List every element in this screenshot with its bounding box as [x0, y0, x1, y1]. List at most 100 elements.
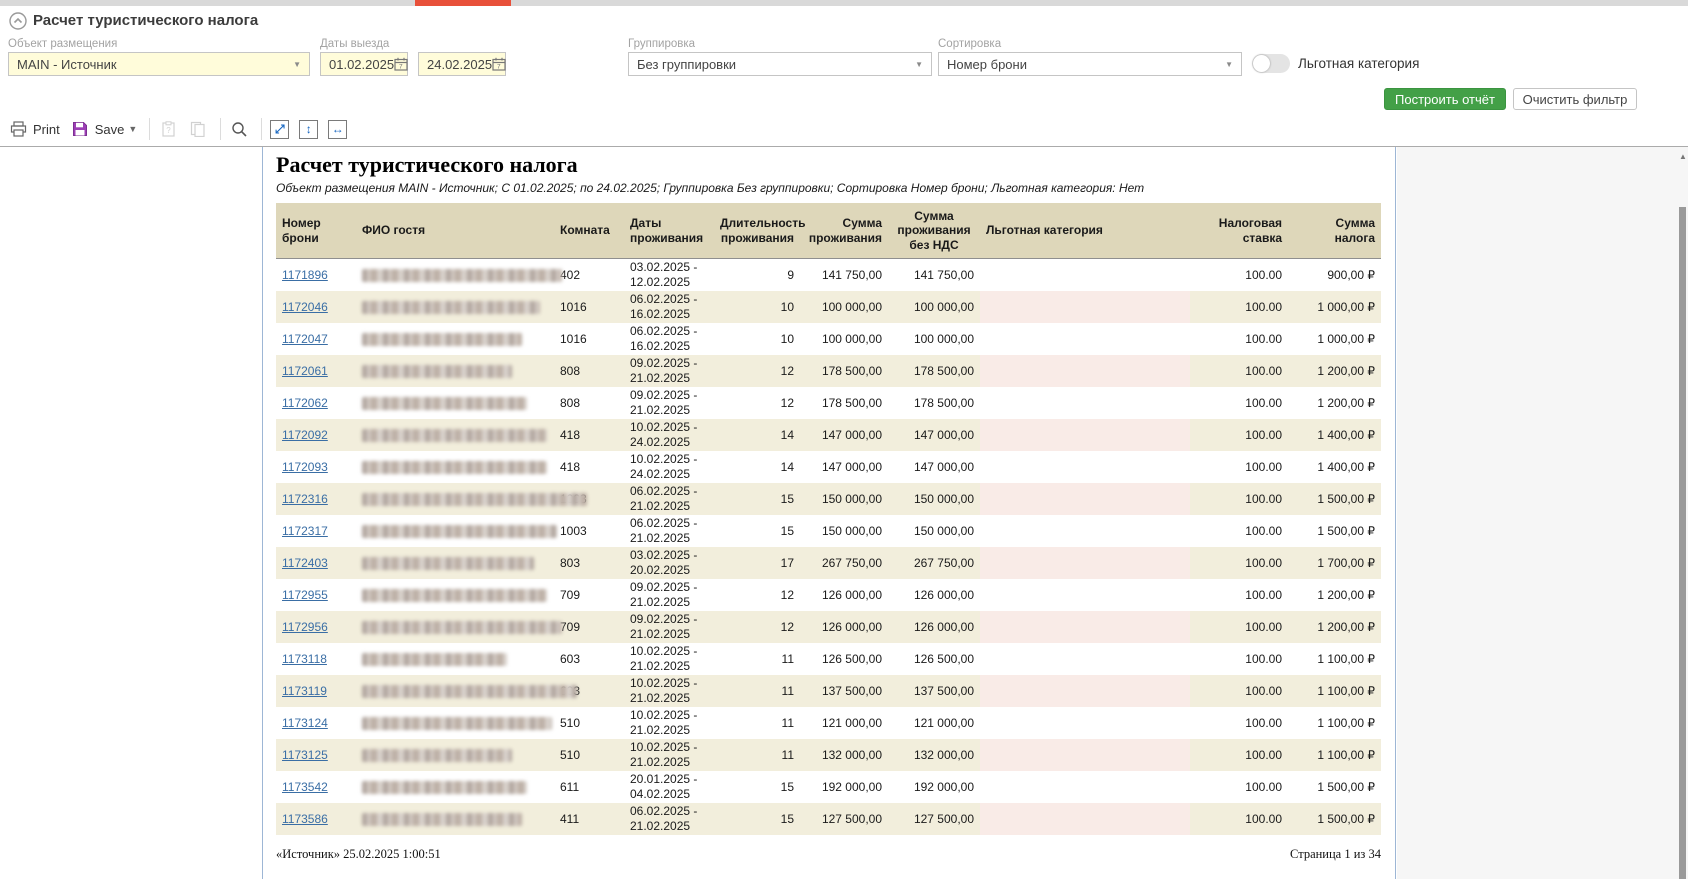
dates-cell: 09.02.2025 -21.02.2025 [624, 355, 714, 387]
booking-link[interactable]: 1172955 [282, 588, 328, 602]
benefit-cell [980, 323, 1190, 355]
table-row: 117358641106.02.2025 -21.02.202515127 50… [276, 803, 1381, 835]
placement-select[interactable]: MAIN - Источник ▼ [8, 52, 310, 76]
tax-sum-cell: 1 200,00 ₽ [1288, 355, 1381, 387]
booking-link[interactable]: 1172403 [282, 556, 328, 570]
dates-cell: 10.02.2025 -24.02.2025 [624, 419, 714, 451]
booking-link[interactable]: 1173124 [282, 716, 328, 730]
amount-cell: 192 000,00 [800, 771, 888, 803]
booking-link[interactable]: 1172092 [282, 428, 328, 442]
booking-link[interactable]: 1172047 [282, 332, 328, 346]
guest-name-redacted [362, 525, 557, 538]
tax-rate-cell: 100.00 [1190, 739, 1288, 771]
page-setup-button[interactable]: ? [158, 119, 178, 139]
grouping-select[interactable]: Без группировки ▼ [628, 52, 932, 76]
booking-link[interactable]: 1171896 [282, 268, 328, 282]
grouping-value: Без группировки [637, 57, 736, 72]
date-from-input[interactable]: 01.02.2025 7 [320, 52, 408, 76]
booking-link[interactable]: 1172062 [282, 396, 328, 410]
booking-link[interactable]: 1172316 [282, 492, 328, 506]
report-viewer: Расчет туристического налога Объект разм… [0, 147, 1688, 879]
booking-link[interactable]: 1172956 [282, 620, 328, 634]
placement-label: Объект размещения [8, 38, 310, 50]
benefit-cell [980, 739, 1190, 771]
benefit-cell [980, 707, 1190, 739]
amount-no-vat-cell: 126 000,00 [888, 579, 980, 611]
benefit-category-toggle[interactable]: Льготная категория [1252, 54, 1419, 73]
booking-link[interactable]: 1172093 [282, 460, 328, 474]
room-cell: 808 [554, 387, 624, 419]
fit-height-button[interactable]: ↕ [299, 120, 318, 139]
report-table-body: 117189640203.02.2025 -12.02.20259141 750… [276, 259, 1381, 836]
amount-no-vat-cell: 126 000,00 [888, 611, 980, 643]
tax-rate-cell: 100.00 [1190, 771, 1288, 803]
fit-width-button[interactable]: ↔ [328, 120, 347, 139]
chevron-down-icon: ▼ [915, 60, 923, 69]
amount-no-vat-cell: 178 500,00 [888, 387, 980, 419]
tax-sum-cell: 1 500,00 ₽ [1288, 771, 1381, 803]
booking-link[interactable]: 1173586 [282, 812, 328, 826]
calendar-icon[interactable]: 7 [394, 57, 408, 71]
benefit-cell [980, 579, 1190, 611]
dates-cell: 10.02.2025 -21.02.2025 [624, 643, 714, 675]
table-row: 117311960310.02.2025 -21.02.202511137 50… [276, 675, 1381, 707]
zoom-page-button[interactable]: ⤢ [270, 120, 289, 139]
room-cell: 709 [554, 579, 624, 611]
guest-name-redacted [362, 685, 577, 698]
report-footer-page: Страница 1 из 34 [1290, 847, 1381, 862]
nights-cell: 12 [714, 611, 800, 643]
report-title: Расчет туристического налога [276, 152, 1395, 178]
search-button[interactable] [229, 119, 249, 139]
room-cell: 411 [554, 803, 624, 835]
toggle-track[interactable] [1252, 54, 1290, 73]
amount-no-vat-cell: 192 000,00 [888, 771, 980, 803]
room-cell: 803 [554, 547, 624, 579]
dates-label: Даты выезда [320, 38, 408, 50]
tax-sum-cell: 1 400,00 ₽ [1288, 451, 1381, 483]
booking-link[interactable]: 1173119 [282, 684, 327, 698]
booking-link[interactable]: 1172046 [282, 300, 328, 314]
tax-rate-cell: 100.00 [1190, 483, 1288, 515]
booking-link[interactable]: 1173542 [282, 780, 328, 794]
app-header: Расчет туристического налога [0, 6, 1688, 36]
guest-name-redacted [362, 429, 547, 442]
sorting-select[interactable]: Номер брони ▼ [938, 52, 1242, 76]
print-button[interactable]: Print [8, 119, 60, 139]
nights-cell: 11 [714, 707, 800, 739]
vertical-scrollbar[interactable]: ▲ [1678, 149, 1688, 879]
col-guest: ФИО гостя [356, 203, 554, 259]
nights-cell: 12 [714, 355, 800, 387]
tax-sum-cell: 1 200,00 ₽ [1288, 579, 1381, 611]
collapse-panel-icon[interactable] [9, 12, 27, 30]
grouping-label: Группировка [628, 38, 932, 50]
amount-cell: 178 500,00 [800, 355, 888, 387]
dates-cell: 10.02.2025 -21.02.2025 [624, 707, 714, 739]
scrollbar-thumb[interactable] [1679, 207, 1686, 879]
booking-link[interactable]: 1173125 [282, 748, 328, 762]
tax-sum-cell: 1 100,00 ₽ [1288, 739, 1381, 771]
nights-cell: 10 [714, 291, 800, 323]
save-button[interactable]: Save ▼ [70, 119, 138, 139]
amount-no-vat-cell: 267 750,00 [888, 547, 980, 579]
calendar-icon[interactable]: 7 [492, 57, 506, 71]
build-report-button[interactable]: Построить отчёт [1384, 88, 1506, 110]
nights-cell: 14 [714, 419, 800, 451]
booking-link[interactable]: 1172317 [282, 524, 328, 538]
tax-rate-cell: 100.00 [1190, 707, 1288, 739]
amount-no-vat-cell: 121 000,00 [888, 707, 980, 739]
dates-cell: 09.02.2025 -21.02.2025 [624, 611, 714, 643]
tax-sum-cell: 900,00 ₽ [1288, 259, 1381, 292]
toggle-knob[interactable] [1253, 55, 1270, 72]
booking-link[interactable]: 1172061 [282, 364, 328, 378]
date-to-input[interactable]: 24.02.2025 7 [418, 52, 506, 76]
clear-filter-button[interactable]: Очистить фильтр [1513, 88, 1637, 110]
copy-pages-button[interactable] [188, 119, 208, 139]
scroll-up-arrow-icon[interactable]: ▲ [1678, 149, 1688, 165]
chevron-down-icon: ▼ [128, 124, 137, 134]
tax-rate-cell: 100.00 [1190, 611, 1288, 643]
nights-cell: 17 [714, 547, 800, 579]
room-cell: 808 [554, 355, 624, 387]
report-page: Расчет туристического налога Объект разм… [262, 147, 1396, 879]
table-row: 117206280809.02.2025 -21.02.202512178 50… [276, 387, 1381, 419]
booking-link[interactable]: 1173118 [282, 652, 327, 666]
